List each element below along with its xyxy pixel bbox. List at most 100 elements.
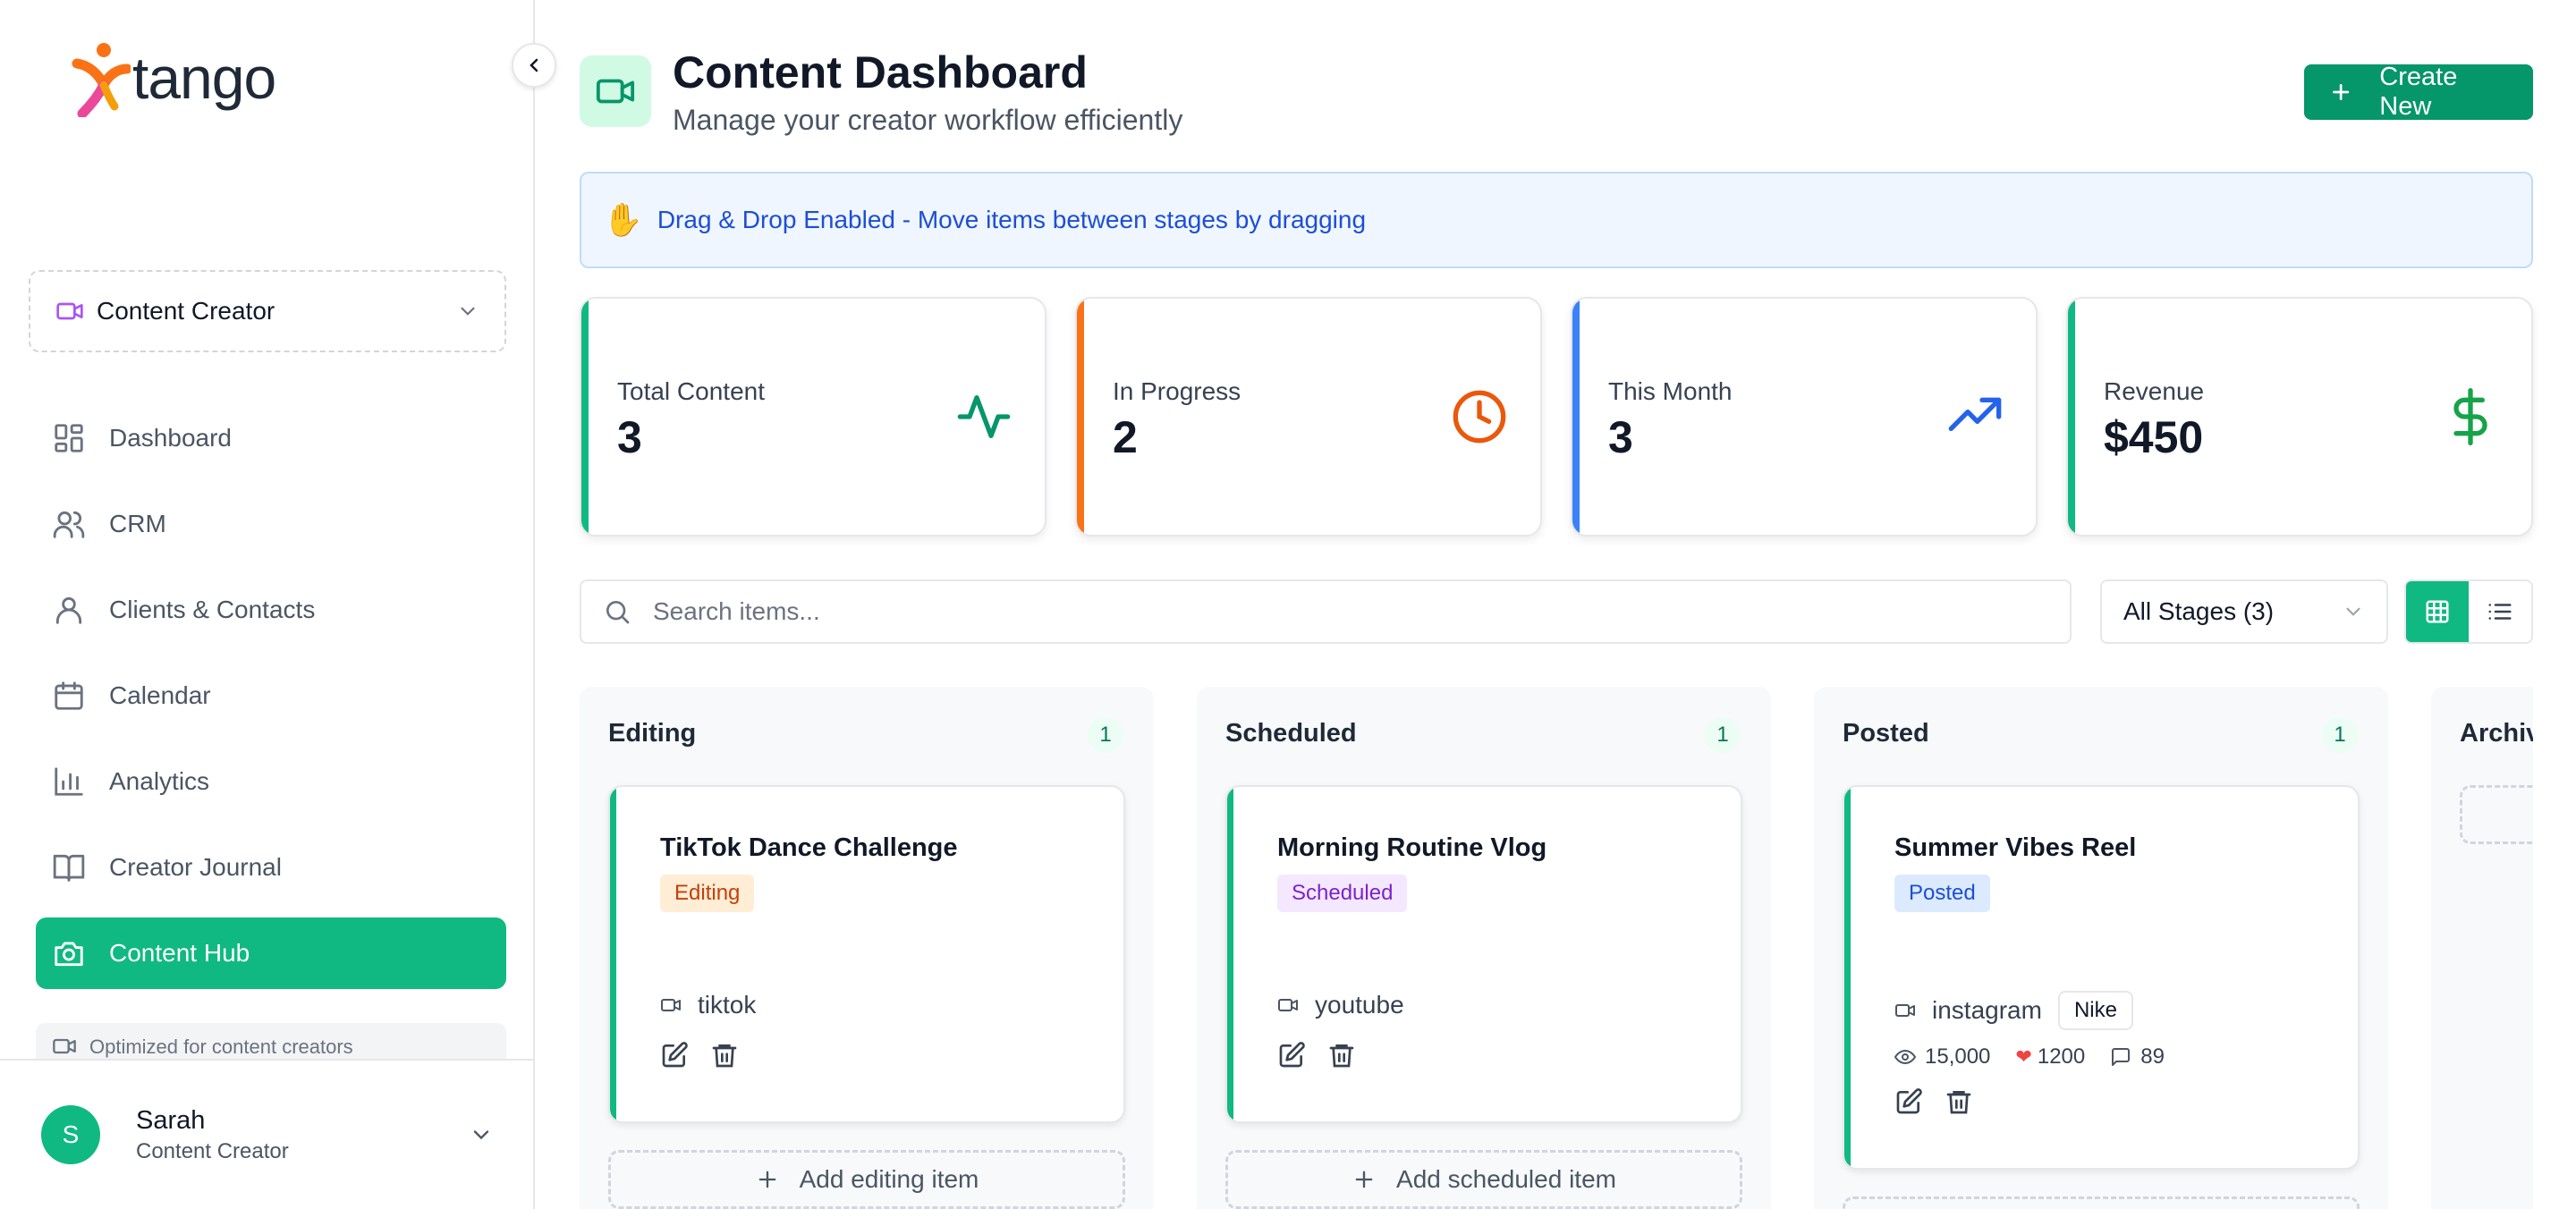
platform-name: youtube <box>1315 991 1404 1019</box>
stat-label: This Month <box>1608 377 1733 405</box>
user-name: Sarah <box>136 1105 206 1135</box>
status-badge: Editing <box>660 875 755 912</box>
stats-row: Total Content 3 In Progress 2 This Month… <box>580 297 2533 537</box>
sidebar-item-label: Content Hub <box>109 939 250 967</box>
stat-accent <box>1077 299 1084 535</box>
sidebar-item-clients[interactable]: Clients & Contacts <box>36 574 506 646</box>
video-icon <box>596 79 635 104</box>
column-count-badge: 1 <box>1088 717 1123 753</box>
calendar-icon <box>55 681 83 710</box>
trending-up-icon <box>1948 397 2002 431</box>
user-role: Content Creator <box>136 1138 289 1163</box>
add-item-button[interactable] <box>1843 1196 2360 1209</box>
user-icon <box>55 596 82 624</box>
dashboard-icon <box>55 424 83 452</box>
banner-text: Drag & Drop Enabled - Move items between… <box>657 206 1367 233</box>
stage-filter-value: All Stages (3) <box>2123 597 2275 625</box>
collapse-sidebar-button[interactable] <box>512 43 556 88</box>
search-input[interactable] <box>653 597 1995 626</box>
card-accent <box>1227 787 1233 1121</box>
sidebar-item-content-hub[interactable]: Content Hub <box>36 917 506 989</box>
trash-icon[interactable] <box>1327 1041 1356 1070</box>
column-title: Archived <box>2460 719 2533 748</box>
video-icon <box>53 1038 76 1054</box>
trash-icon[interactable] <box>1945 1087 1973 1116</box>
kanban-board: Editing 1 TikTok Dance Challenge Editing… <box>580 687 2533 1209</box>
chevron-down-icon <box>461 307 475 316</box>
add-item-label: Add editing item <box>799 1165 979 1193</box>
sidebar-item-label: Creator Journal <box>109 853 282 881</box>
status-badge: Scheduled <box>1277 875 1408 912</box>
sidebar-item-dashboard[interactable]: Dashboard <box>36 402 506 474</box>
drag-drop-banner: ✋ Drag & Drop Enabled - Move items betwe… <box>580 172 2533 268</box>
avatar: S <box>41 1105 100 1164</box>
platform-name: tiktok <box>698 991 757 1019</box>
chevron-down-icon <box>2346 607 2360 616</box>
view-toggle <box>2404 579 2533 644</box>
stat-in-progress: In Progress 2 <box>1075 297 1542 537</box>
add-item-label: Add scheduled item <box>1396 1165 1616 1193</box>
card-actions <box>660 1041 760 1070</box>
search-icon <box>606 601 630 624</box>
list-view-button[interactable] <box>2469 581 2531 642</box>
chevron-left-icon <box>530 58 538 72</box>
hand-icon: ✋ <box>603 201 643 238</box>
content-card[interactable]: TikTok Dance Challenge Editing tiktok <box>608 785 1125 1123</box>
chevron-down-icon <box>473 1130 489 1140</box>
dollar-icon <box>2453 388 2487 445</box>
sidebar-item-creator-journal[interactable]: Creator Journal <box>36 832 506 903</box>
stat-value: 3 <box>617 412 642 462</box>
edit-icon[interactable] <box>1277 1041 1306 1070</box>
user-menu[interactable]: S Sarah Content Creator <box>0 1059 535 1209</box>
stat-accent <box>1572 299 1580 535</box>
create-new-button[interactable]: Create New <box>2304 63 2533 121</box>
comments-count: 89 <box>2140 1044 2165 1069</box>
grid-icon <box>2426 600 2449 623</box>
drop-zone[interactable] <box>2460 785 2533 844</box>
stat-value: $450 <box>2104 412 2204 462</box>
card-actions <box>1277 1041 1377 1070</box>
stat-this-month: This Month 3 <box>1571 297 2038 537</box>
page-icon <box>580 55 651 127</box>
column-title: Editing <box>608 719 697 748</box>
edit-icon[interactable] <box>660 1041 689 1070</box>
column-count-badge: 1 <box>1705 717 1741 753</box>
column-archived: Archived <box>2431 687 2533 1209</box>
main-content: Content Dashboard Manage your creator wo… <box>537 0 2576 1209</box>
grid-view-button[interactable] <box>2406 581 2469 642</box>
activity-icon <box>957 395 1011 438</box>
trash-icon[interactable] <box>710 1041 739 1070</box>
edit-icon[interactable] <box>1894 1087 1923 1116</box>
likes-count: 1200 <box>2037 1044 2086 1069</box>
video-icon <box>56 302 83 320</box>
card-title: Summer Vibes Reel <box>1894 833 2137 862</box>
video-icon <box>1278 999 1298 1011</box>
brand-badge: Nike <box>2057 991 2133 1030</box>
comments-metric: 89 <box>2110 1044 2165 1070</box>
sidebar-item-label: Dashboard <box>109 424 232 452</box>
add-item-button[interactable]: Add editing item <box>608 1150 1125 1209</box>
video-icon <box>1895 1004 1915 1017</box>
logo[interactable]: tango <box>72 39 276 120</box>
content-card[interactable]: Morning Routine Vlog Scheduled youtube <box>1225 785 1742 1123</box>
content-card[interactable]: Summer Vibes Reel Posted instagram Nike … <box>1843 785 2360 1170</box>
sidebar-note-text: Optimized for content creators <box>89 1036 353 1058</box>
views-metric: 15,000 <box>1894 1044 1990 1070</box>
sidebar-item-analytics[interactable]: Analytics <box>36 746 506 817</box>
stat-label: Total Content <box>617 377 765 405</box>
sidebar-item-crm[interactable]: CRM <box>36 488 506 560</box>
views-count: 15,000 <box>1925 1044 1991 1069</box>
likes-metric: ❤ 1200 <box>2015 1044 2085 1070</box>
add-item-button[interactable]: Add scheduled item <box>1225 1150 1742 1209</box>
card-accent <box>1844 787 1851 1168</box>
stage-filter-select[interactable]: All Stages (3) <box>2100 579 2388 644</box>
clock-icon <box>1453 390 1506 444</box>
stat-accent <box>2068 299 2075 535</box>
role-select[interactable]: Content Creator <box>29 270 506 352</box>
card-metrics: 15,000 ❤ 1200 89 <box>1894 1044 2190 1070</box>
column-posted: Posted 1 Summer Vibes Reel Posted instag… <box>1814 687 2388 1209</box>
sidebar-item-calendar[interactable]: Calendar <box>36 660 506 731</box>
tango-logo-icon <box>72 43 131 117</box>
sidebar-item-label: CRM <box>109 510 166 537</box>
platform-name: instagram <box>1932 996 2042 1024</box>
